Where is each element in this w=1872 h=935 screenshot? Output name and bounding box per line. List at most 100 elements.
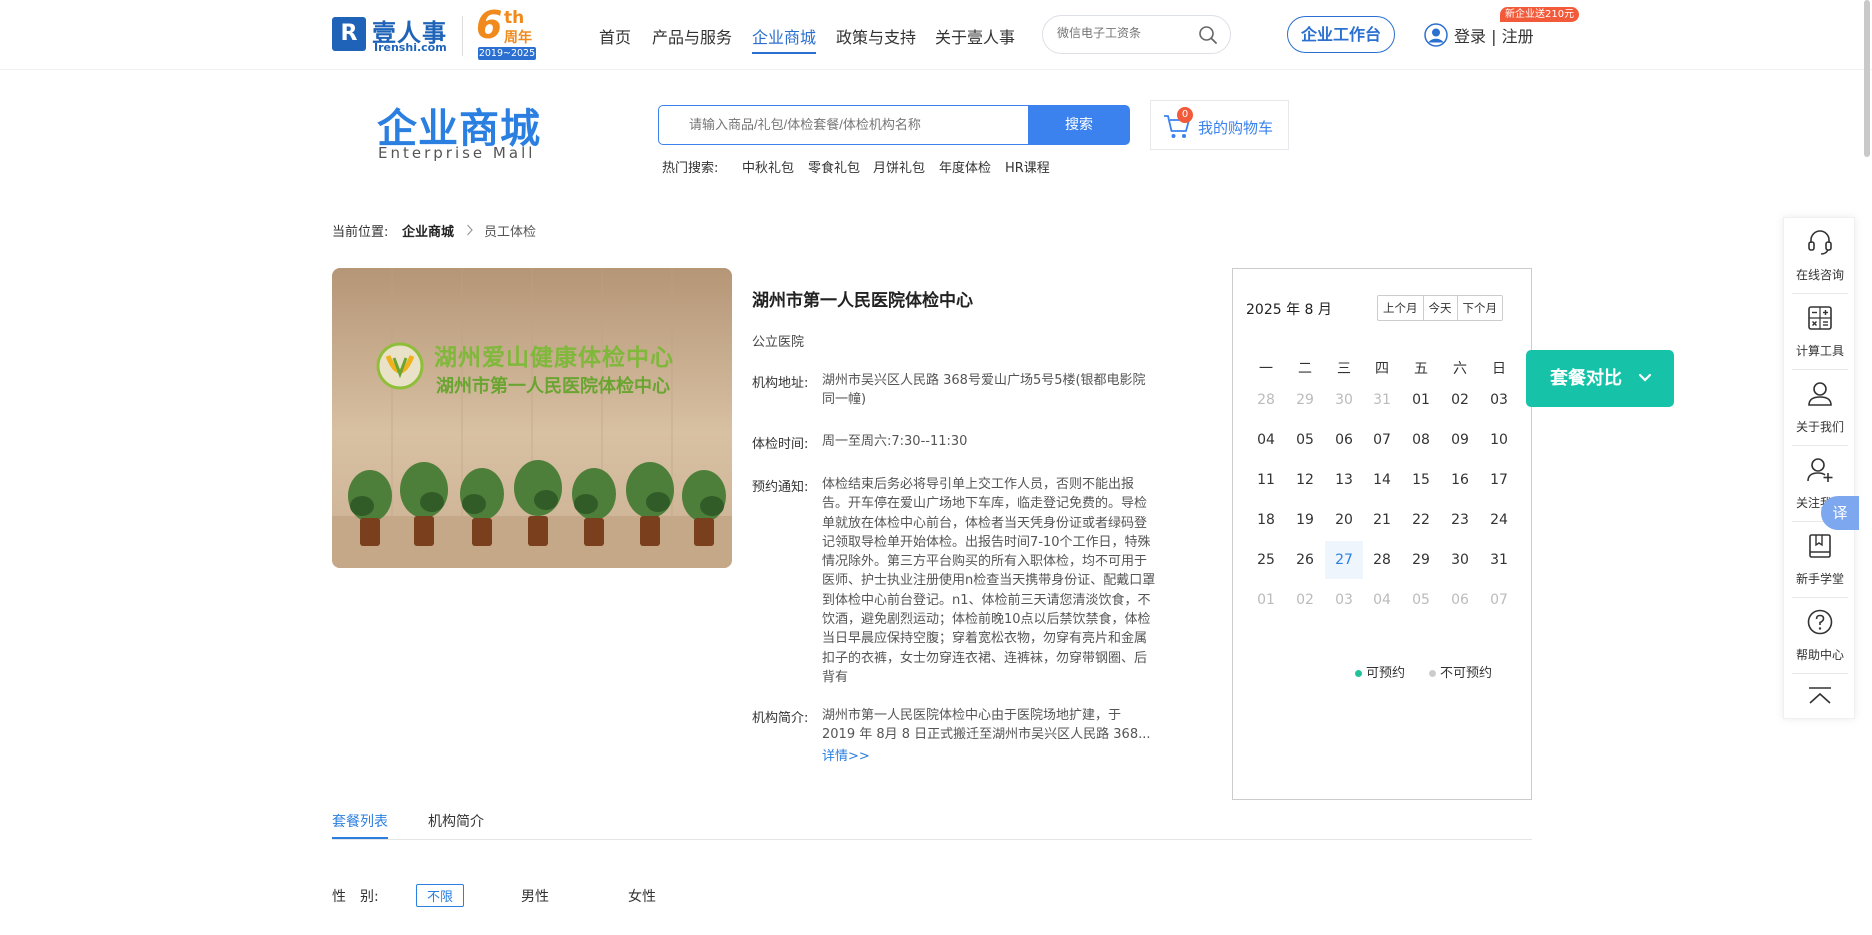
question-icon bbox=[1807, 609, 1833, 635]
calendar-weekday: 三 bbox=[1337, 361, 1351, 377]
calendar-day[interactable]: 17 bbox=[1480, 461, 1518, 499]
nav-about[interactable]: 关于壹人事 bbox=[935, 24, 1015, 48]
shopping-cart-button[interactable]: 0 我的购物车 bbox=[1150, 100, 1289, 150]
calendar-day[interactable]: 26 bbox=[1286, 541, 1324, 579]
calendar-day[interactable]: 28 bbox=[1363, 541, 1401, 579]
gender-option-male[interactable]: 男性 bbox=[521, 886, 549, 906]
calendar-weekday: 四 bbox=[1375, 361, 1389, 377]
calendar-day[interactable]: 23 bbox=[1441, 501, 1479, 539]
top-search-input[interactable] bbox=[1057, 26, 1197, 40]
tab-org-intro[interactable]: 机构简介 bbox=[428, 811, 484, 831]
calendar-day[interactable]: 08 bbox=[1402, 421, 1440, 459]
workbench-button[interactable]: 企业工作台 bbox=[1287, 16, 1395, 53]
calendar-day[interactable]: 22 bbox=[1402, 501, 1440, 539]
prev-month-button[interactable]: 上个月 bbox=[1378, 296, 1423, 320]
nav-home[interactable]: 首页 bbox=[599, 24, 631, 48]
page-scrollbar[interactable] bbox=[1864, 0, 1870, 157]
tab-package-list[interactable]: 套餐列表 bbox=[332, 811, 388, 831]
calendar-day[interactable]: 25 bbox=[1247, 541, 1285, 579]
nav-products[interactable]: 产品与服务 bbox=[652, 24, 732, 48]
calendar-day[interactable]: 20 bbox=[1325, 501, 1363, 539]
photo-sign-line1: 湖州爱山健康体检中心 bbox=[434, 345, 674, 371]
logo-domain: Irenshi.com bbox=[374, 41, 447, 54]
mall-search-box[interactable] bbox=[658, 105, 1029, 145]
legend-unavailable: 不可预约 bbox=[1429, 662, 1492, 681]
calendar-day-outside: 29 bbox=[1296, 392, 1314, 408]
calendar-day[interactable]: 06 bbox=[1325, 421, 1363, 459]
chevron-down-icon bbox=[1638, 373, 1652, 382]
calendar-title: 2025 年 8 月 bbox=[1246, 302, 1332, 318]
mall-subtitle: Enterprise Mall bbox=[378, 144, 536, 162]
calendar-weekday: 二 bbox=[1298, 361, 1312, 377]
hot-search-item[interactable]: 中秋礼包 bbox=[742, 157, 794, 176]
calendar-day[interactable]: 18 bbox=[1247, 501, 1285, 539]
intro-value: 湖州市第一人民医院体检中心由于医院场地扩建，于 2019 年 8月 8 日正式搬… bbox=[822, 708, 1151, 743]
calendar-day[interactable]: 27 bbox=[1325, 541, 1363, 579]
tab-divider bbox=[332, 839, 1532, 840]
calendar-day[interactable]: 24 bbox=[1480, 501, 1518, 539]
chevron-right-icon bbox=[467, 224, 473, 236]
floating-toolbar: 在线咨询 计算工具 关于我们 关注我们 新手学堂 帮助中心 bbox=[1783, 217, 1855, 719]
calendar-weekday: 一 bbox=[1259, 361, 1273, 377]
hot-search-item[interactable]: HR课程 bbox=[1005, 157, 1050, 176]
calendar-day[interactable]: 19 bbox=[1286, 501, 1324, 539]
hot-search-item[interactable]: 零食礼包 bbox=[808, 157, 860, 176]
calendar-day[interactable]: 07 bbox=[1363, 421, 1401, 459]
translate-button[interactable]: 译 bbox=[1821, 496, 1859, 530]
calendar-day[interactable]: 04 bbox=[1247, 421, 1285, 459]
search-icon[interactable] bbox=[1198, 25, 1218, 45]
calendar-day[interactable]: 05 bbox=[1286, 421, 1324, 459]
gender-filter-label: 性 别: bbox=[332, 889, 379, 905]
login-register-link[interactable]: 登录 | 注册 bbox=[1454, 23, 1534, 47]
calendar-day[interactable]: 10 bbox=[1480, 421, 1518, 459]
calendar-day[interactable]: 29 bbox=[1402, 541, 1440, 579]
today-button[interactable]: 今天 bbox=[1422, 296, 1457, 320]
nav-policy[interactable]: 政策与支持 bbox=[836, 24, 916, 48]
top-search-box[interactable] bbox=[1042, 15, 1231, 54]
mall-search-input[interactable] bbox=[689, 117, 1009, 132]
sidebar-online-consult[interactable]: 在线咨询 bbox=[1784, 218, 1856, 293]
sidebar-help-center[interactable]: 帮助中心 bbox=[1784, 598, 1856, 673]
hours-label: 体检时间: bbox=[752, 437, 809, 452]
calendar-day[interactable]: 21 bbox=[1363, 501, 1401, 539]
sidebar-about-us[interactable]: 关于我们 bbox=[1784, 370, 1856, 445]
cart-label: 我的购物车 bbox=[1198, 119, 1274, 137]
calendar-day-outside: 01 bbox=[1257, 592, 1275, 608]
sidebar-calc-tools[interactable]: 计算工具 bbox=[1784, 294, 1856, 369]
nav-mall[interactable]: 企业商城 bbox=[752, 24, 817, 54]
compare-label: 套餐对比 bbox=[1550, 368, 1622, 389]
calendar-day[interactable]: 30 bbox=[1441, 541, 1479, 579]
gender-option-female[interactable]: 女性 bbox=[628, 886, 656, 906]
calendar-day[interactable]: 01 bbox=[1402, 381, 1440, 419]
calendar-day[interactable]: 31 bbox=[1480, 541, 1518, 579]
next-month-button[interactable]: 下个月 bbox=[1456, 296, 1503, 320]
package-compare-button[interactable]: 套餐对比 bbox=[1526, 350, 1674, 407]
user-avatar-icon[interactable] bbox=[1424, 23, 1448, 47]
calendar-day[interactable]: 11 bbox=[1247, 461, 1285, 499]
calendar-day[interactable]: 15 bbox=[1402, 461, 1440, 499]
calendar-day[interactable]: 14 bbox=[1363, 461, 1401, 499]
promo-badge: 新企业送210元 bbox=[1500, 7, 1580, 22]
anniversary-label: 周年 bbox=[504, 30, 532, 46]
calendar-day-outside: 05 bbox=[1412, 592, 1430, 608]
calendar-day[interactable]: 09 bbox=[1441, 421, 1479, 459]
calendar-day-outside: 03 bbox=[1335, 592, 1353, 608]
intro-more-link[interactable]: 详情>> bbox=[822, 745, 870, 764]
sidebar-beginner-school[interactable]: 新手学堂 bbox=[1784, 522, 1856, 597]
logo-icon[interactable]: R bbox=[332, 17, 366, 51]
calendar-weekday: 六 bbox=[1453, 361, 1467, 377]
hot-search-item[interactable]: 月饼礼包 bbox=[873, 157, 925, 176]
calendar-day[interactable]: 12 bbox=[1286, 461, 1324, 499]
breadcrumb-mall[interactable]: 企业商城 bbox=[402, 221, 454, 240]
hot-search-item[interactable]: 年度体检 bbox=[939, 157, 991, 176]
back-to-top-icon[interactable] bbox=[1808, 686, 1832, 706]
calendar-day[interactable]: 03 bbox=[1480, 381, 1518, 419]
calendar-day[interactable]: 13 bbox=[1325, 461, 1363, 499]
gender-option-any[interactable]: 不限 bbox=[416, 884, 465, 907]
calendar-day[interactable]: 02 bbox=[1441, 381, 1479, 419]
mall-search-button[interactable]: 搜索 bbox=[1028, 105, 1130, 145]
address-value: 湖州市吴兴区人民路 368号爱山广场5号5楼(银都电影院同一幢) bbox=[822, 373, 1146, 408]
org-type: 公立医院 bbox=[752, 335, 805, 350]
breadcrumb-prefix: 当前位置: bbox=[332, 225, 389, 240]
calendar-day[interactable]: 16 bbox=[1441, 461, 1479, 499]
